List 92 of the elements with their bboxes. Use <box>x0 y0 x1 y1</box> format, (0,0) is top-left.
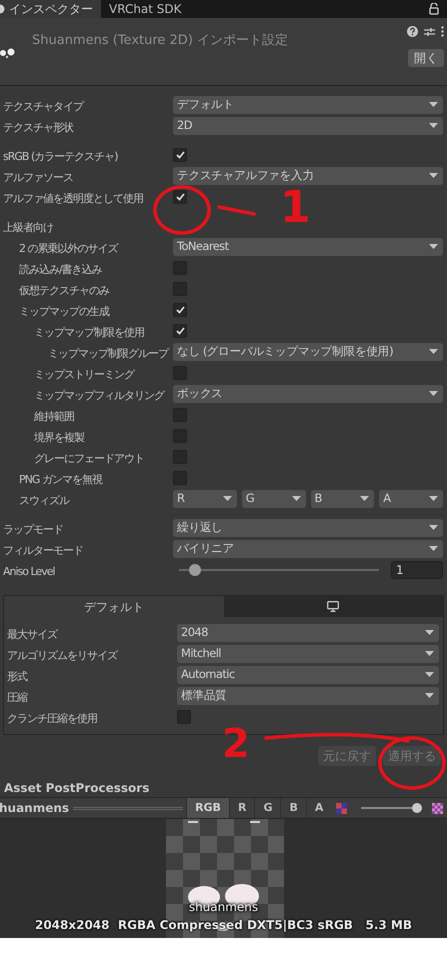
checkbox[interactable] <box>173 302 187 316</box>
checker-icon <box>336 802 348 814</box>
tab[interactable]: VRChat SDK <box>101 0 190 18</box>
caret-icon <box>429 390 438 396</box>
checker-icon <box>432 802 444 814</box>
dropdown[interactable]: 繰り返し <box>173 518 443 536</box>
annotation-number: 2 <box>222 724 250 764</box>
field-label: 形式 <box>7 670 27 682</box>
tab[interactable]: インスペクター <box>0 0 101 18</box>
dropdown[interactable]: テクスチャアルファを入力 <box>173 166 443 184</box>
caret-icon <box>360 496 370 502</box>
channel-button[interactable]: B <box>280 798 306 818</box>
field-label: クランチ圧縮を使用 <box>7 712 97 724</box>
more-icon[interactable] <box>441 26 444 37</box>
channel-button[interactable]: RGB <box>186 798 229 818</box>
field-label: アルファ値を透明度として使用 <box>3 192 143 204</box>
caret-icon <box>425 672 434 678</box>
field-label: ミップマップ制限を使用 <box>34 326 144 338</box>
field-label: 仮想テクスチャのみ <box>19 284 109 296</box>
dropdown[interactable]: 2048 <box>177 624 439 642</box>
section-label: 上級者向け <box>3 220 53 234</box>
caret-icon <box>429 244 438 250</box>
field-label: 維持範囲 <box>34 410 74 422</box>
field-label: フィルターモード <box>3 544 83 556</box>
dropdown[interactable]: バイリニア <box>173 540 443 558</box>
section-title: Asset PostProcessors <box>4 780 150 796</box>
asset-name: huanmens <box>0 800 70 817</box>
field-label: グレーにフェードアウト <box>34 452 144 464</box>
checkbox[interactable] <box>173 324 187 338</box>
lock-icon[interactable] <box>429 3 439 15</box>
dropdown[interactable]: デフォルト <box>173 96 443 114</box>
field-label: sRGB (カラーテクスチャ) <box>3 150 118 162</box>
caret-icon <box>425 650 434 656</box>
dropdown[interactable]: ボックス <box>173 384 443 402</box>
caret-icon <box>429 102 438 108</box>
caret-icon <box>429 348 438 354</box>
caret-icon <box>429 172 438 178</box>
slider-thumb[interactable] <box>188 564 201 576</box>
texture-icon <box>0 47 16 59</box>
dropdown[interactable]: 2D <box>173 116 443 134</box>
field-label: テクスチャタイプ <box>3 100 83 112</box>
dropdown[interactable]: Mitchell <box>177 644 439 662</box>
check-icon <box>176 192 184 200</box>
channel-button[interactable]: R <box>228 798 254 818</box>
checkbox[interactable] <box>173 148 187 162</box>
field-label: ミップマップの生成 <box>19 304 109 318</box>
dropdown[interactable]: 標準品質 <box>177 686 439 704</box>
channel-button[interactable]: A <box>306 798 332 818</box>
annotation-number: 1 <box>280 186 311 230</box>
number-field[interactable]: 1 <box>391 560 443 578</box>
field-label: 2 の累乗以外のサイズ <box>19 242 118 254</box>
field-label: テクスチャ形状 <box>3 120 73 134</box>
sliders-icon[interactable] <box>424 26 435 36</box>
slider-thumb[interactable] <box>412 803 422 813</box>
field-label: アルゴリズムをリサイズ <box>7 648 117 662</box>
check-icon <box>176 306 184 314</box>
check-icon <box>176 326 184 334</box>
open-button[interactable]: 開く <box>408 49 444 67</box>
caret-icon <box>425 692 434 698</box>
inspector-title: Shuanmens (Texture 2D) インポート設定 <box>32 33 288 48</box>
checkbox[interactable] <box>173 190 187 204</box>
dropdown[interactable]: Automatic <box>177 666 439 684</box>
field-label: 読み込み/書き込み <box>19 262 102 276</box>
monitor-icon <box>327 600 340 612</box>
field-label: 境界を複製 <box>34 430 84 444</box>
field-label: ミップストリーミング <box>34 368 134 380</box>
caret-icon <box>292 496 300 502</box>
dropdown[interactable]: B <box>310 490 374 508</box>
caret-icon <box>429 546 438 552</box>
caret-icon <box>425 630 434 636</box>
dropdown[interactable]: R <box>173 490 237 508</box>
field-label: スウィズル <box>19 494 69 506</box>
field-label: ミップマップ制限グループ <box>48 346 168 360</box>
field-label: 最大サイズ <box>7 628 57 640</box>
caret-icon <box>429 496 438 502</box>
check-icon <box>176 150 184 158</box>
field-label: アルファソース <box>3 170 73 184</box>
field-label: PNG ガンマを無視 <box>19 472 102 486</box>
caret-icon <box>429 122 438 128</box>
field-label: ミップマップフィルタリング <box>34 388 164 402</box>
caret-icon <box>222 496 232 502</box>
field-label: Aniso Level <box>3 564 55 578</box>
dropdown[interactable]: A <box>379 490 443 508</box>
dropdown[interactable]: G <box>242 490 306 508</box>
caret-icon <box>429 524 438 530</box>
checkbox[interactable] <box>177 710 191 724</box>
dropdown[interactable]: なし (グローバルミップマップ制限を使用) <box>173 342 443 360</box>
dropdown[interactable]: ToNearest <box>173 238 443 256</box>
help-icon[interactable] <box>407 26 418 37</box>
channel-button[interactable]: G <box>254 798 280 818</box>
field-label: ラップモード <box>3 522 63 536</box>
field-label: 圧縮 <box>7 690 27 704</box>
